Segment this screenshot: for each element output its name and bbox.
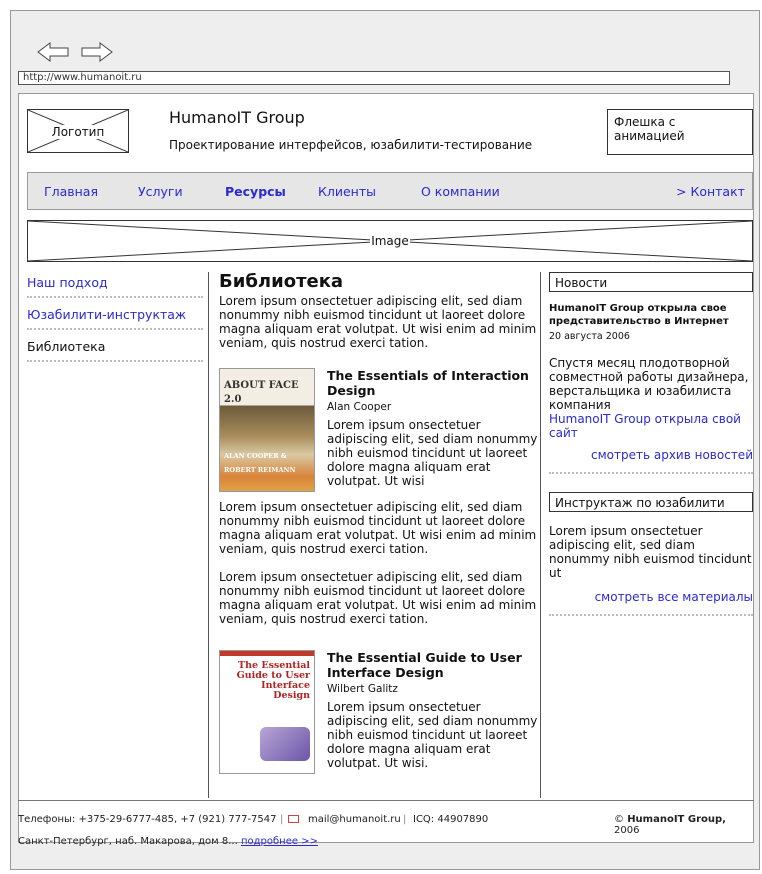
news-text: Спустя месяц плодотворной совместной раб…	[549, 356, 749, 412]
main-nav: Главная Услуги Ресурсы Клиенты О компани…	[27, 172, 753, 210]
nav-item-clients[interactable]: Клиенты	[318, 184, 376, 199]
cover-title: ABOUT FACE 2.0	[224, 380, 299, 405]
footer-divider	[18, 800, 754, 801]
copyright-brand: HumanoIT Group,	[627, 814, 726, 825]
book-author: Wilbert Galitz	[327, 683, 398, 695]
sidebar-item-label: Библиотека	[27, 339, 106, 354]
footer-email[interactable]: mail@humanoit.ru	[308, 814, 401, 825]
footer-address: Санкт-Петербург, наб. Макарова, дом 8...	[18, 836, 238, 847]
book-cover-about-face[interactable]: ABOUT FACE 2.0 ALAN COOPER & ROBERT REIM…	[219, 368, 315, 492]
intro-text: Lorem ipsum onsectetuer adipiscing elit,…	[219, 294, 537, 350]
web-page: Логотип HumanoIT Group Проектирование ин…	[18, 93, 754, 843]
book-description: Lorem ipsum onsectetuer adipiscing elit,…	[327, 418, 538, 488]
copyright-year: 2006	[614, 825, 640, 836]
guide-text: Lorem ipsum onsectetuer adipiscing elit,…	[549, 524, 752, 580]
tagline: Проектирование интерфейсов, юзабилити-те…	[169, 138, 533, 152]
address-bar[interactable]: http://www.humanoit.ru	[18, 71, 730, 85]
nav-item-resources[interactable]: Ресурсы	[225, 184, 286, 199]
body-paragraph: Lorem ipsum onsectetuer adipiscing elit,…	[219, 500, 537, 556]
main-content: Библиотека Lorem ipsum onsectetuer adipi…	[219, 272, 539, 776]
sidebar-item-label: Наш подход	[27, 275, 108, 290]
mail-icon	[288, 815, 299, 823]
cover-title: The Essential Guide to User Interface De…	[236, 660, 310, 701]
footer: Телефоны: +375-29-6777-485, +7 (921) 777…	[18, 808, 754, 847]
footer-more-link[interactable]: подробнее >>	[241, 836, 318, 847]
logo-placeholder[interactable]: Логотип	[27, 109, 129, 153]
news-date: 20 августа 2006	[549, 331, 630, 342]
guide-all-link[interactable]: смотреть все материалы	[549, 590, 753, 604]
guide-heading: Инструктаж по юзабилити	[549, 492, 753, 512]
flash-animation-placeholder: Флешка с анимацией	[607, 109, 753, 155]
column-divider	[208, 272, 209, 798]
cover-authors: ALAN COOPER & ROBERT REIMANN	[224, 452, 296, 474]
nav-item-home[interactable]: Главная	[44, 184, 98, 199]
sidebar-item-label: Юзабилити-инструктаж	[27, 307, 187, 322]
browser-toolbar: http://www.humanoit.ru	[18, 27, 748, 93]
nav-item-contact[interactable]: > Контакт	[676, 184, 745, 199]
book-item: ABOUT FACE 2.0 ALAN COOPER & ROBERT REIM…	[219, 368, 539, 500]
sidebar-item-library[interactable]: Библиотека	[27, 336, 203, 362]
back-arrow-icon[interactable]	[36, 41, 70, 63]
book-description: Lorem ipsum onsectetuer adipiscing elit,…	[327, 700, 538, 770]
news-heading: Новости	[549, 272, 753, 292]
news-title[interactable]: HumanoIT Group открыла свое представител…	[549, 302, 753, 328]
footer-phones: Телефоны: +375-29-6777-485, +7 (921) 777…	[18, 814, 277, 825]
book-item: The Essential Guide to User Interface De…	[219, 650, 539, 776]
brand-name: HumanoIT Group	[169, 108, 305, 127]
footer-icq: ICQ: 44907890	[413, 814, 489, 825]
book-author: Alan Cooper	[327, 401, 392, 413]
forward-arrow-icon[interactable]	[80, 41, 114, 63]
book-title[interactable]: The Essential Guide to User Interface De…	[327, 650, 542, 680]
nav-item-services[interactable]: Услуги	[138, 184, 183, 199]
logo-label: Логотип	[49, 125, 107, 139]
sidebar-item-usability-guide[interactable]: Юзабилити-инструктаж	[27, 304, 203, 330]
nav-item-about[interactable]: О компании	[421, 184, 500, 199]
sidebar-nav: Наш подход Юзабилити-инструктаж Библиоте…	[27, 272, 203, 362]
book-cover-ui-design-guide[interactable]: The Essential Guide to User Interface De…	[219, 650, 315, 774]
news-link[interactable]: HumanoIT Group открыла свой сайт	[549, 412, 753, 440]
right-sidebar: Новости HumanoIT Group открыла свое пред…	[549, 272, 753, 616]
banner-image-placeholder: Image	[27, 220, 753, 262]
page-title: Библиотека	[219, 271, 344, 292]
banner-label: Image	[370, 234, 410, 248]
divider	[549, 614, 753, 616]
news-archive-link[interactable]: смотреть архив новостей	[549, 448, 753, 462]
book-title[interactable]: The Essentials of Interaction Design	[327, 368, 542, 398]
sidebar-item-approach[interactable]: Наш подход	[27, 272, 203, 298]
divider	[549, 472, 753, 474]
footer-copyright: © HumanoIT Group, 2006	[614, 814, 726, 836]
body-paragraph: Lorem ipsum onsectetuer adipiscing elit,…	[219, 570, 537, 626]
